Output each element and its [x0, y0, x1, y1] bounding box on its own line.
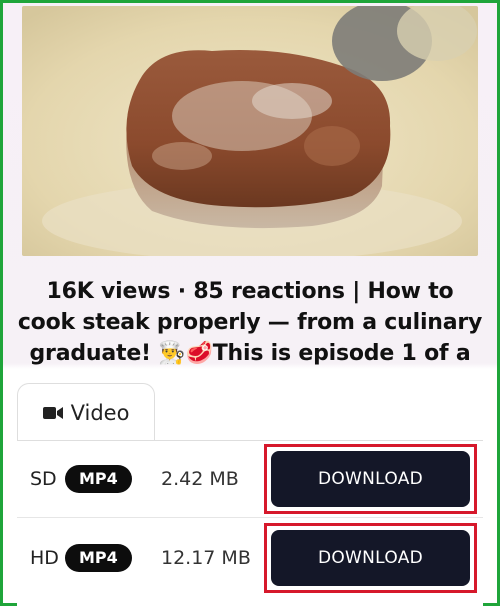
- download-highlight: DOWNLOAD: [264, 523, 477, 593]
- download-button-sd[interactable]: DOWNLOAD: [271, 450, 470, 507]
- video-title: 16K views · 85 reactions | How to cook s…: [17, 279, 483, 366]
- tab-video[interactable]: Video: [17, 383, 155, 441]
- file-size: 12.17 MB: [161, 547, 251, 569]
- format-badge: MP4: [65, 544, 132, 572]
- tab-video-label: Video: [70, 400, 130, 425]
- download-highlight: DOWNLOAD: [264, 443, 477, 514]
- download-button-hd[interactable]: DOWNLOAD: [271, 530, 470, 586]
- quality-label: HD: [30, 547, 59, 569]
- steak-thumbnail-image: [22, 6, 478, 256]
- download-row-hd: HD MP4 12.17 MB DOWNLOAD: [17, 519, 483, 597]
- format-badge: MP4: [65, 464, 132, 493]
- file-size: 2.42 MB: [161, 467, 239, 490]
- quality-label: SD: [30, 467, 57, 490]
- download-row-sd: SD MP4 2.42 MB DOWNLOAD: [17, 440, 483, 518]
- video-camera-icon: [42, 406, 63, 420]
- video-thumbnail[interactable]: [22, 6, 478, 256]
